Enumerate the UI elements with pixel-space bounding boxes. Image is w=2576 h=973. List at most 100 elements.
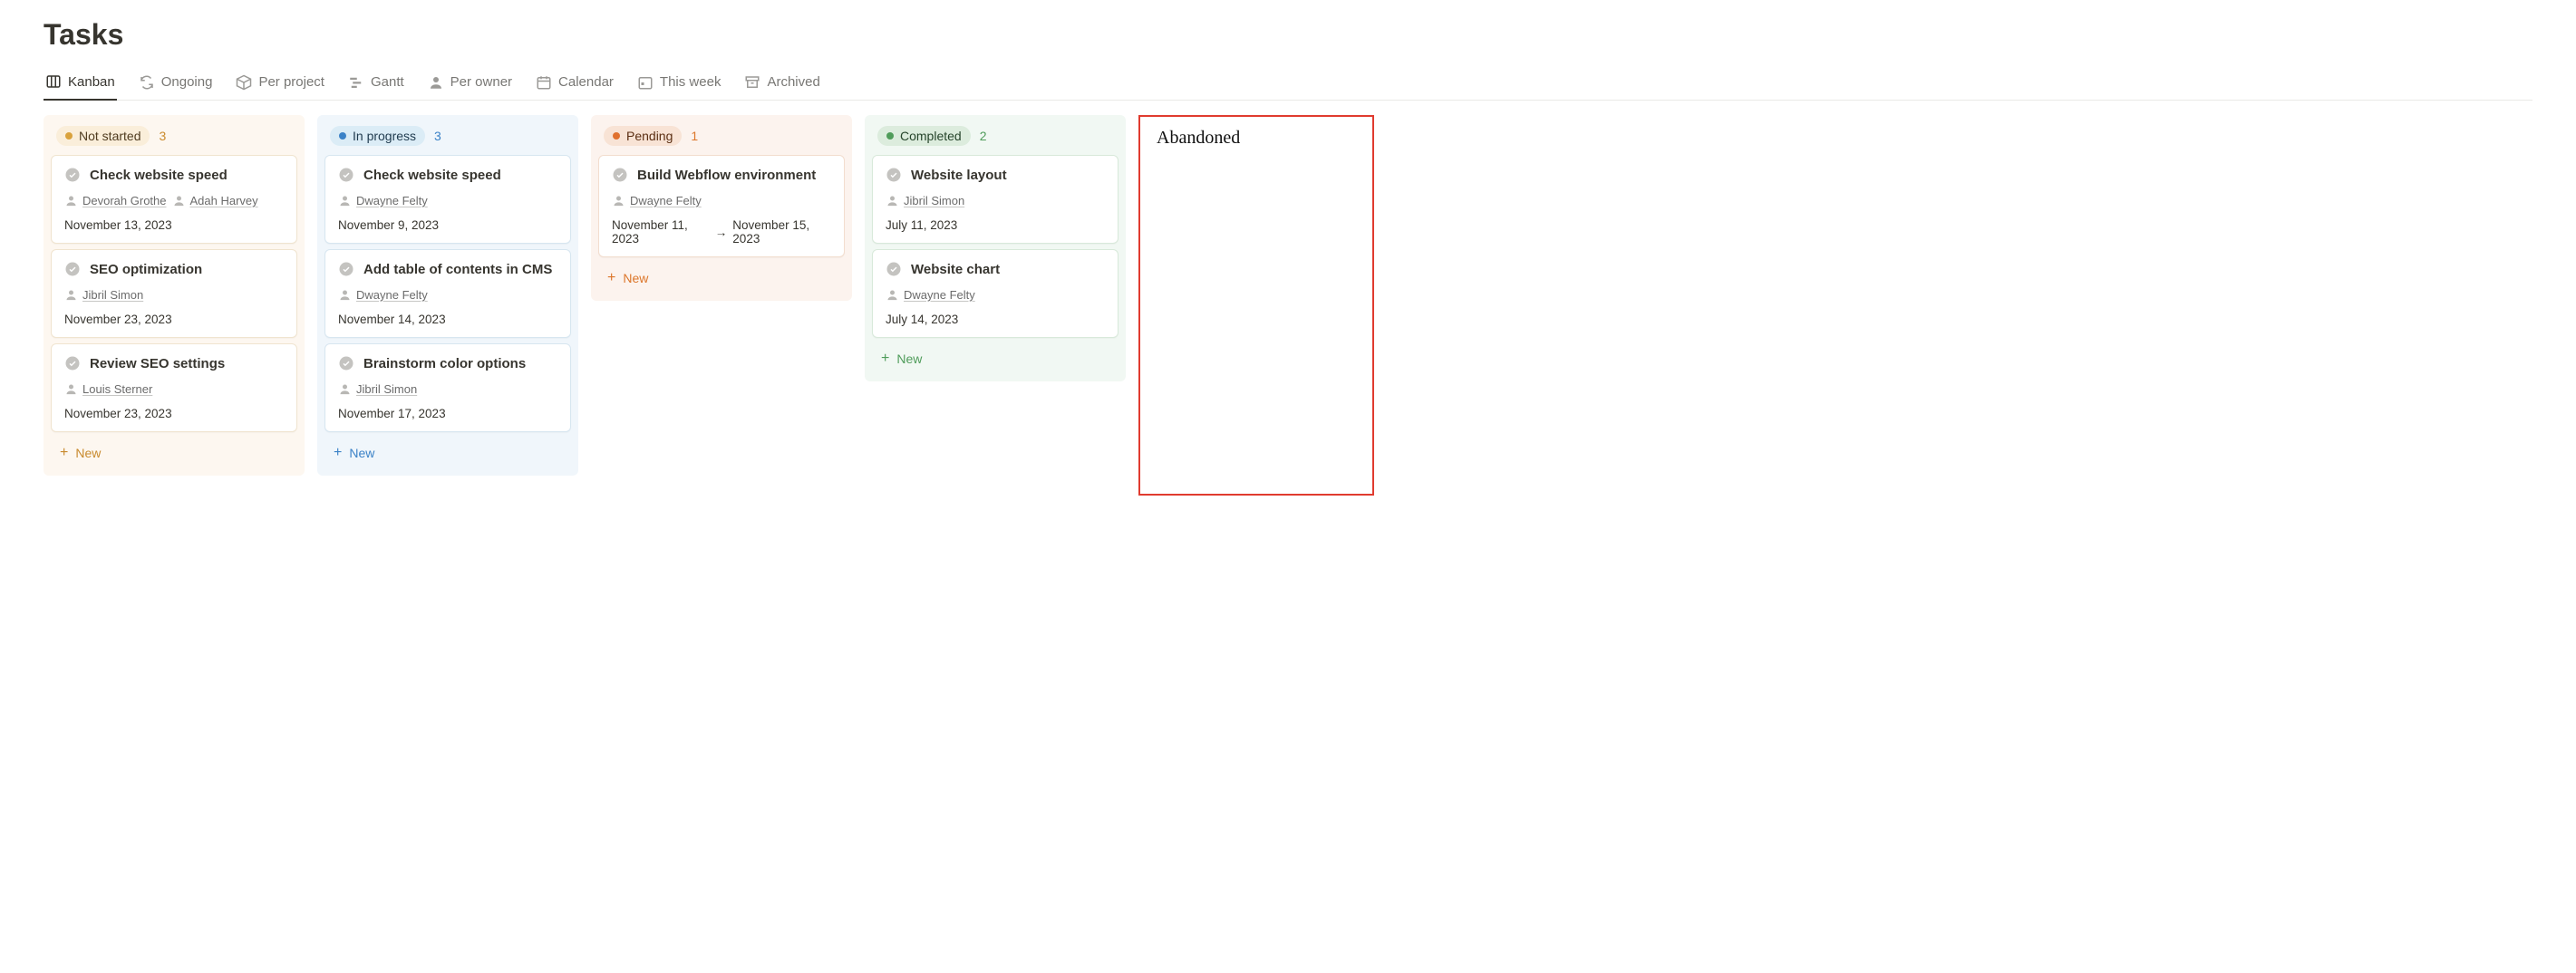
card-title: Brainstorm color options: [363, 356, 526, 371]
status-dot-icon: [65, 132, 73, 140]
task-card[interactable]: Check website speed Dwayne Felty Novembe…: [324, 155, 571, 244]
check-circle-icon: [612, 167, 628, 183]
column-header: Not started 3: [51, 122, 297, 155]
new-card-button[interactable]: + New: [872, 343, 1119, 374]
column-name: In progress: [353, 129, 416, 143]
check-circle-icon: [64, 261, 81, 277]
tab-label: Per owner: [450, 74, 512, 90]
column-completed: Completed 2 Website layout Jibril Simon …: [865, 115, 1126, 381]
tab-calendar[interactable]: Calendar: [534, 68, 615, 100]
check-circle-icon: [886, 261, 902, 277]
column-name: Pending: [626, 129, 673, 143]
status-pill[interactable]: Not started: [56, 126, 150, 146]
column-pending: Pending 1 Build Webflow environment Dway…: [591, 115, 852, 301]
new-label: New: [896, 352, 922, 366]
calendar-icon: [536, 74, 552, 91]
task-card[interactable]: Website layout Jibril Simon July 11, 202…: [872, 155, 1119, 244]
card-title: Check website speed: [363, 168, 501, 183]
card-date: July 14, 2023: [886, 313, 1105, 326]
status-pill[interactable]: Pending: [604, 126, 682, 146]
task-card[interactable]: Brainstorm color options Jibril Simon No…: [324, 343, 571, 432]
column-count: 3: [159, 129, 166, 143]
tab-per-owner[interactable]: Per owner: [426, 68, 514, 100]
plus-icon: +: [607, 270, 615, 286]
task-card[interactable]: SEO optimization Jibril Simon November 2…: [51, 249, 297, 338]
check-circle-icon: [886, 167, 902, 183]
owner-chip[interactable]: Dwayne Felty: [612, 194, 702, 207]
owner-chip[interactable]: Jibril Simon: [338, 382, 417, 396]
column-count: 3: [434, 129, 441, 143]
task-card[interactable]: Review SEO settings Louis Sterner Novemb…: [51, 343, 297, 432]
task-card[interactable]: Check website speed Devorah Grothe Adah …: [51, 155, 297, 244]
owner-chip[interactable]: Dwayne Felty: [338, 288, 428, 302]
tab-kanban[interactable]: Kanban: [44, 68, 117, 101]
abandoned-annotation: Abandoned: [1138, 115, 1374, 496]
calendar-week-icon: [637, 74, 654, 91]
refresh-icon: [139, 74, 155, 91]
owner-chip[interactable]: Devorah Grothe: [64, 194, 167, 207]
tab-ongoing[interactable]: Ongoing: [137, 68, 215, 100]
person-icon: [886, 194, 899, 207]
status-dot-icon: [613, 132, 620, 140]
card-title: Check website speed: [90, 168, 228, 183]
card-date: July 11, 2023: [886, 218, 1105, 232]
card-title: Build Webflow environment: [637, 168, 816, 183]
new-card-button[interactable]: + New: [598, 263, 845, 294]
person-icon: [338, 382, 352, 396]
board-icon: [45, 73, 62, 90]
person-icon: [338, 288, 352, 302]
tab-label: Calendar: [558, 74, 614, 90]
card-date: November 23, 2023: [64, 407, 284, 420]
owner-chip[interactable]: Dwayne Felty: [886, 288, 975, 302]
owner-name: Adah Harvey: [190, 194, 258, 207]
tab-label: Per project: [258, 74, 324, 90]
plus-icon: +: [334, 445, 342, 461]
page-title: Tasks: [44, 18, 2532, 52]
column-header: Completed 2: [872, 122, 1119, 155]
tab-label: Kanban: [68, 74, 115, 90]
plus-icon: +: [881, 351, 889, 367]
new-card-button[interactable]: + New: [51, 438, 297, 468]
view-tabs: Kanban Ongoing Per project Gantt Per own…: [44, 68, 2532, 101]
tab-label: Gantt: [371, 74, 404, 90]
owner-name: Jibril Simon: [356, 382, 417, 396]
status-pill[interactable]: In progress: [330, 126, 425, 146]
tab-label: Ongoing: [161, 74, 213, 90]
person-icon: [612, 194, 625, 207]
status-pill[interactable]: Completed: [877, 126, 971, 146]
person-icon: [338, 194, 352, 207]
task-card[interactable]: Add table of contents in CMS Dwayne Felt…: [324, 249, 571, 338]
tab-gantt[interactable]: Gantt: [346, 68, 406, 100]
new-label: New: [623, 271, 648, 285]
check-circle-icon: [64, 167, 81, 183]
new-label: New: [75, 446, 101, 460]
check-circle-icon: [338, 261, 354, 277]
status-dot-icon: [886, 132, 894, 140]
tab-per-project[interactable]: Per project: [234, 68, 326, 100]
owner-chip[interactable]: Jibril Simon: [64, 288, 143, 302]
tab-label: This week: [660, 74, 721, 90]
owner-chip[interactable]: Jibril Simon: [886, 194, 964, 207]
tab-this-week[interactable]: This week: [635, 68, 723, 100]
kanban-board: Not started 3 Check website speed Devora…: [44, 115, 2532, 496]
tab-archived[interactable]: Archived: [742, 68, 821, 100]
card-date: November 23, 2023: [64, 313, 284, 326]
column-header: In progress 3: [324, 122, 571, 155]
card-date-start: November 11, 2023: [612, 218, 710, 246]
owner-name: Devorah Grothe: [82, 194, 167, 207]
task-card[interactable]: Website chart Dwayne Felty July 14, 2023: [872, 249, 1119, 338]
column-count: 1: [691, 129, 698, 143]
person-icon: [64, 194, 78, 207]
new-card-button[interactable]: + New: [324, 438, 571, 468]
card-title: Review SEO settings: [90, 356, 225, 371]
task-card[interactable]: Build Webflow environment Dwayne Felty N…: [598, 155, 845, 257]
owner-chip[interactable]: Louis Sterner: [64, 382, 152, 396]
status-dot-icon: [339, 132, 346, 140]
owner-name: Jibril Simon: [82, 288, 143, 302]
owner-chip[interactable]: Adah Harvey: [172, 194, 258, 207]
card-title: SEO optimization: [90, 262, 202, 277]
card-title: Website layout: [911, 168, 1007, 183]
owner-chip[interactable]: Dwayne Felty: [338, 194, 428, 207]
column-in-progress: In progress 3 Check website speed Dwayne…: [317, 115, 578, 476]
arrow-right-icon: →: [715, 226, 728, 239]
